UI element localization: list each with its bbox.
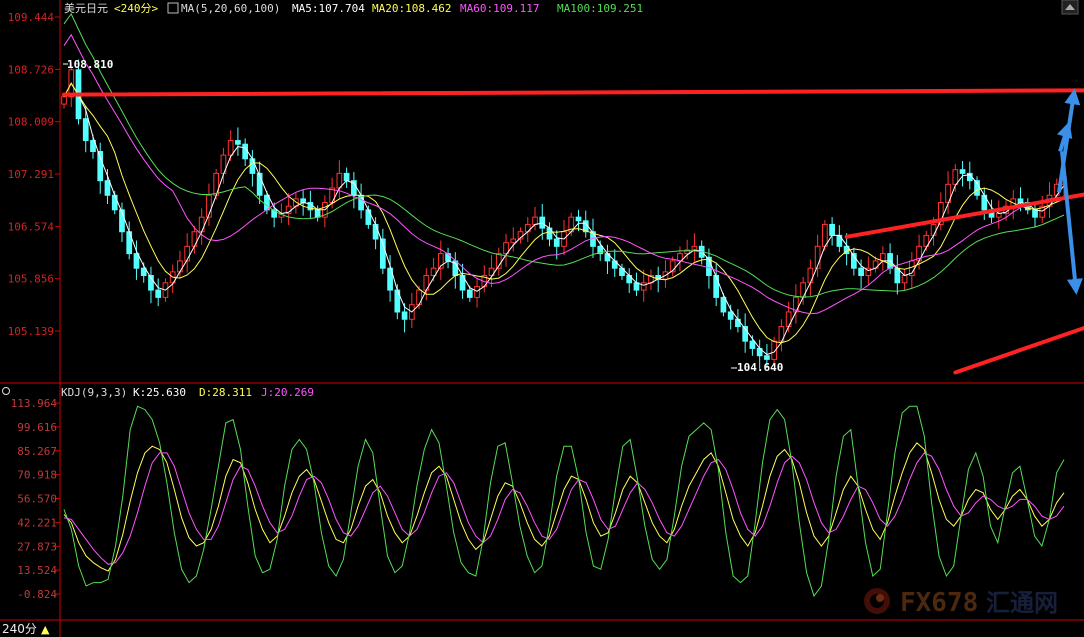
kdj-settings-icon[interactable] xyxy=(2,387,10,395)
candle-body xyxy=(372,223,379,240)
candle-body xyxy=(474,285,480,298)
kdj-tick-label: 27.873 xyxy=(17,540,57,553)
ma100-value: MA100:109.251 xyxy=(557,2,643,15)
candle-body xyxy=(155,289,162,298)
candle-body xyxy=(97,150,104,182)
price-tick-label: 107.291 xyxy=(8,168,54,181)
kdj-j-line xyxy=(63,405,1065,598)
candle-body xyxy=(800,282,806,298)
candle-body xyxy=(466,289,473,298)
candle-body xyxy=(749,340,756,349)
price-tick-label: 109.444 xyxy=(8,11,55,24)
candle-body xyxy=(901,274,908,284)
candle-body xyxy=(343,172,350,182)
price-tick-label: 108.726 xyxy=(8,63,54,76)
kdj-lines xyxy=(63,405,1065,598)
fx678-watermark: FX678 汇通网 xyxy=(864,588,1058,618)
price-tick-label: 105.856 xyxy=(8,273,54,286)
candle-body xyxy=(930,223,937,236)
watermark-brand: FX678 xyxy=(900,588,978,618)
channel-upper-trendline xyxy=(844,192,1084,239)
price-tick-label: 108.009 xyxy=(8,116,54,129)
candle-body xyxy=(640,282,647,291)
candle-body xyxy=(264,194,270,211)
candle-body xyxy=(575,216,582,222)
ma5-value: MA5:107.704 xyxy=(292,2,365,15)
candle-body xyxy=(691,245,698,251)
candle-body xyxy=(532,216,538,225)
candle-body xyxy=(807,267,814,284)
candles-layer xyxy=(61,59,1067,369)
kdj-tick-label: 85.267 xyxy=(17,445,57,458)
kdj-tick-label: 99.616 xyxy=(17,421,57,434)
kdj-k-line xyxy=(63,442,1065,572)
kdj-j-value: J:20.269 xyxy=(261,386,314,399)
ma20-value: MA20:108.462 xyxy=(372,2,451,15)
candle-body xyxy=(104,180,111,196)
candle-body xyxy=(633,282,640,291)
period-label: <240分> xyxy=(114,2,158,15)
price-tick-label: 105.139 xyxy=(8,325,54,338)
symbol-label: 美元日元 xyxy=(64,2,108,15)
candle-body xyxy=(401,311,408,320)
bearish-target-arrow xyxy=(1060,151,1083,295)
ma20-line xyxy=(63,82,1065,344)
candle-body xyxy=(314,209,321,218)
kdj-title: KDJ(9,3,3) xyxy=(61,386,127,399)
low-price-label: 104.640 xyxy=(737,361,783,374)
candle-body xyxy=(198,216,205,233)
period-dropdown-arrow-icon[interactable]: ▲ xyxy=(41,623,50,636)
candle-body xyxy=(995,212,1002,218)
candle-body xyxy=(720,296,727,313)
kdj-tick-label: 13.524 xyxy=(17,564,57,577)
candle-body xyxy=(713,274,720,298)
chart-canvas: 109.444 108.726 108.009 107.291 106.574 105.8… xyxy=(0,0,1084,637)
candle-body xyxy=(510,238,517,244)
candle-body xyxy=(82,118,89,142)
candle-body xyxy=(235,140,241,145)
high-price-label: 108.810 xyxy=(67,58,113,71)
kdj-tick-label: 70.918 xyxy=(17,469,57,482)
watermark-brand-cn: 汇通网 xyxy=(986,589,1058,617)
price-axis-ticks: 109.444 108.726 108.009 107.291 106.574 105.8… xyxy=(8,11,60,338)
kdj-tick-label: -0.824 xyxy=(17,588,57,601)
kdj-d-line xyxy=(63,452,1065,565)
candle-body xyxy=(1017,198,1024,204)
candle-body xyxy=(242,143,249,160)
candle-body xyxy=(1032,209,1038,218)
candle-body xyxy=(227,140,234,156)
candle-body xyxy=(111,194,118,211)
kdj-tick-label: 56.570 xyxy=(17,493,57,506)
candle-body xyxy=(727,311,734,320)
candle-body xyxy=(177,260,183,273)
candle-body xyxy=(191,231,198,247)
price-tick-label: 106.574 xyxy=(8,220,55,233)
ma60-value: MA60:109.117 xyxy=(460,2,539,15)
candle-body xyxy=(300,198,306,204)
candle-body xyxy=(133,253,140,269)
candle-body xyxy=(858,267,864,276)
candle-body xyxy=(829,223,835,236)
ma-parameters-label: MA(5,20,60,100) xyxy=(181,2,280,15)
channel-lower-trendline xyxy=(953,325,1084,375)
kdj-tick-label: 113.964 xyxy=(11,397,58,410)
kdj-k-value: K:25.630 xyxy=(133,386,186,399)
candle-body xyxy=(959,169,966,174)
candle-body xyxy=(539,216,546,229)
candle-body xyxy=(553,238,560,247)
ma-settings-icon[interactable] xyxy=(167,2,179,14)
candle-body xyxy=(61,96,67,105)
candle-body xyxy=(365,209,372,225)
kdj-tick-label: 42.221 xyxy=(17,516,57,529)
resistance-trendline xyxy=(62,88,1084,97)
candle-body xyxy=(735,318,741,328)
period-selector[interactable]: 240分 xyxy=(2,622,37,636)
candle-body xyxy=(249,158,256,174)
ma5-line xyxy=(63,82,1065,356)
candle-body xyxy=(764,355,770,360)
candle-body xyxy=(785,311,792,328)
candle-body xyxy=(952,169,959,185)
kdj-axis-ticks: 113.964 99.616 85.267 70.918 56.570 42.221 27.… xyxy=(11,397,60,601)
kdj-d-value: D:28.311 xyxy=(199,386,252,399)
